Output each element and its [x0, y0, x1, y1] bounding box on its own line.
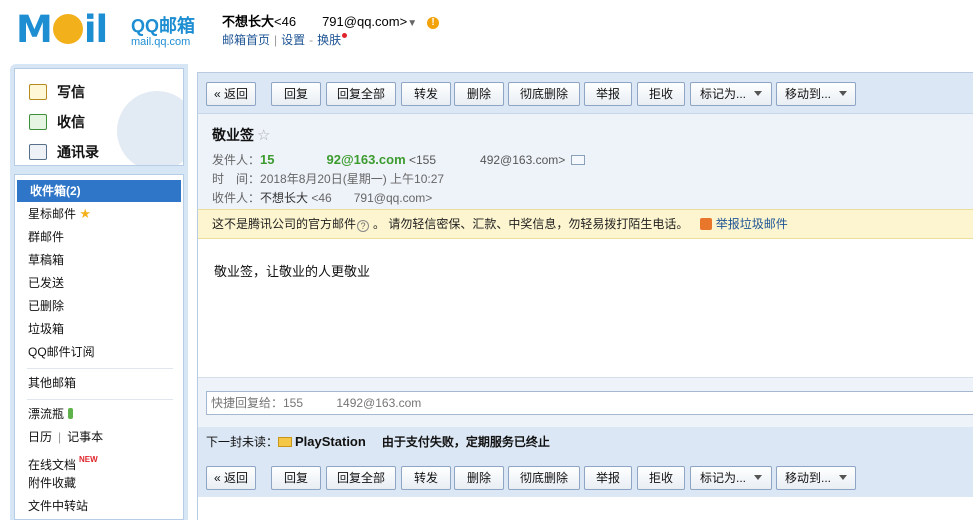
contact-card-icon[interactable] — [571, 155, 586, 165]
report-spam-link[interactable]: 举报垃圾邮件 — [699, 217, 788, 231]
reply-all-button[interactable]: 回复全部 — [326, 82, 396, 106]
report-button[interactable]: 举报 — [584, 466, 632, 490]
top-links: 邮箱首页 | 设置 - 换肤 — [222, 31, 348, 48]
mail-header: 敬业签 ☆ 发件人：15 92@163.com <155 492@163.com> 时… — [198, 113, 973, 209]
question-icon[interactable]: ? — [357, 220, 370, 232]
recipient-address: <46 791@qq.com> — [311, 191, 433, 205]
folder-spam[interactable]: 垃圾箱 — [15, 318, 183, 340]
delete-forever-button[interactable]: 彻底删除 — [508, 82, 580, 106]
delete-button[interactable]: 删除 — [454, 82, 504, 106]
reply-button[interactable]: 回复 — [271, 466, 321, 490]
mail-reader: « 返回 回复 回复全部 转发 删除 彻底删除 举报 拒收 标记为... 移动到… — [197, 72, 973, 520]
folder-sent[interactable]: 已发送 — [15, 272, 183, 294]
chevron-down-icon — [839, 475, 847, 480]
folder-starred[interactable]: 星标邮件 ★ — [15, 203, 183, 225]
app-notes[interactable]: 记事本 — [67, 430, 103, 444]
qq-mail-logo[interactable]: Mil QQ邮箱 mail.qq.com — [16, 8, 206, 52]
warning-icon[interactable]: ! — [427, 17, 440, 29]
contacts-button[interactable]: 通讯录 — [29, 141, 99, 163]
mail-subject: 敬业签 ☆ — [212, 127, 271, 144]
download-icon — [29, 114, 47, 130]
mail-time: 时 间：2018年8月20日(星期一) 上午10:27 — [212, 172, 445, 186]
link-skin[interactable]: 换肤 — [317, 33, 341, 47]
app-calendar-notes: 日历 | 记事本 — [28, 430, 104, 444]
app-calendar[interactable]: 日历 — [28, 430, 52, 444]
back-button[interactable]: « 返回 — [206, 466, 256, 490]
folder-subscribe[interactable]: QQ邮件订阅 — [15, 341, 183, 363]
link-settings[interactable]: 设置 — [281, 33, 305, 47]
chevron-down-icon — [754, 475, 762, 480]
star-icon: ★ — [79, 206, 92, 221]
forward-button[interactable]: 转发 — [401, 82, 451, 106]
account-email-left: <46 — [274, 14, 297, 29]
receive-button[interactable]: 收信 — [29, 111, 85, 133]
account-info: 不想长大<46 791@qq.com>▼! — [222, 11, 440, 30]
folder-group[interactable]: 群邮件 — [15, 226, 183, 248]
header: Mil QQ邮箱 mail.qq.com 不想长大<46 791@qq.com>▼… — [0, 0, 973, 62]
reject-button[interactable]: 拒收 — [637, 466, 685, 490]
skin-new-dot — [342, 33, 348, 38]
pencil-icon — [29, 84, 47, 100]
moil-logo-text: Mil — [16, 8, 108, 51]
move-to-dropdown[interactable]: 移动到... — [776, 466, 856, 490]
quick-reply-input[interactable] — [206, 391, 973, 415]
sidebar: 写信 收信 通讯录 收件箱(2) 星标邮件 ★ 群邮件 草稿箱 已发送 已删除 … — [10, 64, 188, 520]
next-mail-subject[interactable]: 由于支付失败，定期服务已终止 — [382, 435, 550, 449]
mail-to: 收件人：不想长大 <46 791@qq.com> — [212, 191, 433, 205]
move-to-dropdown[interactable]: 移动到... — [776, 82, 856, 106]
account-email-right: 791@qq.com> — [322, 14, 408, 29]
folder-list: 收件箱(2) 星标邮件 ★ 群邮件 草稿箱 已发送 已删除 垃圾箱 QQ邮件订阅… — [14, 174, 184, 520]
folder-deleted[interactable]: 已删除 — [15, 295, 183, 317]
quick-actions: 写信 收信 通讯录 — [14, 68, 184, 166]
penguin-watermark-icon — [117, 91, 183, 165]
security-notice: 这不是腾讯公司的官方邮件?。 请勿轻信密保、汇款、中奖信息，勿轻易拨打陌生电话。… — [198, 209, 973, 239]
report-icon — [699, 218, 712, 230]
forward-button[interactable]: 转发 — [401, 466, 451, 490]
mark-as-dropdown[interactable]: 标记为... — [690, 82, 772, 106]
bottom-toolbar: « 返回 回复 回复全部 转发 删除 彻底删除 举报 拒收 标记为... 移动到… — [198, 457, 973, 497]
compose-button[interactable]: 写信 — [29, 81, 85, 103]
reply-button[interactable]: 回复 — [271, 82, 321, 106]
sender-address: <155 492@163.com> — [409, 153, 566, 167]
chevron-down-icon — [839, 91, 847, 96]
mark-as-dropdown[interactable]: 标记为... — [690, 466, 772, 490]
reject-button[interactable]: 拒收 — [637, 82, 685, 106]
account-dropdown-icon[interactable]: ▼ — [407, 18, 417, 29]
logo-o-icon — [52, 13, 83, 44]
logo-product-name: QQ邮箱 — [131, 16, 196, 36]
folder-other-mailboxes[interactable]: 其他邮箱 — [15, 372, 183, 394]
chevron-down-icon — [754, 91, 762, 96]
delete-forever-button[interactable]: 彻底删除 — [508, 466, 580, 490]
star-outline-icon[interactable]: ☆ — [257, 127, 270, 144]
folder-inbox[interactable]: 收件箱(2) — [17, 180, 181, 202]
delete-button[interactable]: 删除 — [454, 466, 504, 490]
app-online-docs[interactable]: 在线文档 NEW — [15, 449, 183, 472]
mail-body: 敬业签，让敬业的人更敬业 — [214, 264, 371, 279]
next-mail-sender[interactable]: PlayStation — [295, 434, 366, 449]
report-button[interactable]: 举报 — [584, 82, 632, 106]
divider — [27, 368, 173, 369]
bottle-icon — [68, 408, 74, 419]
back-button[interactable]: « 返回 — [206, 82, 256, 106]
reply-all-button[interactable]: 回复全部 — [326, 466, 396, 490]
top-toolbar: « 返回 回复 回复全部 转发 删除 彻底删除 举报 拒收 标记为... 移动到… — [198, 73, 973, 113]
account-nickname: 不想长大 — [222, 14, 275, 29]
recipient-name[interactable]: 不想长大 — [260, 191, 308, 205]
new-badge: NEW — [79, 455, 98, 464]
app-attachments[interactable]: 附件收藏 — [15, 472, 183, 494]
mail-from: 发件人：15 92@163.com <155 492@163.com> — [212, 151, 586, 168]
folder-drafts[interactable]: 草稿箱 — [15, 249, 183, 271]
logo-domain: mail.qq.com — [131, 36, 191, 48]
app-file-transfer[interactable]: 文件中转站 — [15, 495, 183, 517]
envelope-icon — [278, 437, 293, 447]
sender-name[interactable]: 15 92@163.com — [260, 152, 406, 167]
link-mail-home[interactable]: 邮箱首页 — [222, 33, 270, 47]
next-unread-bar: 下一封未读： PlayStation 由于支付失败，定期服务已终止 — [198, 427, 973, 457]
app-drift-bottle[interactable]: 漂流瓶 — [15, 403, 183, 425]
quick-reply-area — [198, 377, 973, 427]
contacts-icon — [29, 144, 47, 160]
divider — [27, 399, 173, 400]
